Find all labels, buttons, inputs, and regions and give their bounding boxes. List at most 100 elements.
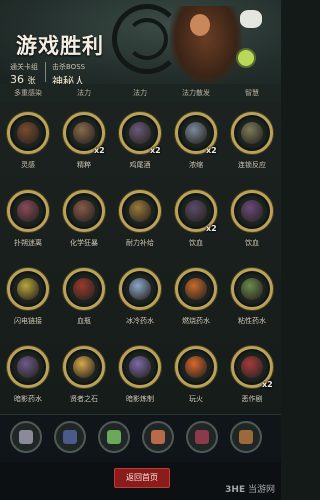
card-item[interactable]: 暗影药水 <box>0 336 56 406</box>
card-label: 法力 <box>133 89 147 97</box>
relic-slot[interactable] <box>142 421 174 453</box>
card-label: 精粹 <box>77 161 91 169</box>
relic-scroll-icon <box>19 430 33 444</box>
stat-label: 击杀BOSS <box>52 63 86 71</box>
card-label: 扑朔迷离 <box>14 239 42 247</box>
card-item[interactable]: 扑朔迷离 <box>0 180 56 250</box>
relic-flask-icon <box>107 430 121 444</box>
relic-owl-icon <box>239 430 253 444</box>
card-art <box>129 278 151 300</box>
card-label: 连锁反应 <box>238 161 266 169</box>
card-item[interactable]: 燃烧药水 <box>168 258 224 328</box>
stat-value: 神秘人 <box>52 75 85 84</box>
card-item[interactable]: 饮血 <box>224 180 280 250</box>
stat-deck-cleared: 通关卡组 36 张 <box>10 62 38 84</box>
card-grid: 灵感 x2 精粹 x2 鸡尾酒 x2 浓缩 连锁反应 扑朔迷离 化学狂暴 耐力补给 x2 饮血 饮血 闪电链… <box>0 102 281 414</box>
card-item[interactable]: x2 鸡尾酒 <box>112 102 168 172</box>
card-item[interactable]: 贤者之石 <box>56 336 112 406</box>
relic-slot[interactable] <box>98 421 130 453</box>
card-item[interactable]: x2 精粹 <box>56 102 112 172</box>
card-art <box>129 122 151 144</box>
card-label: 智慧 <box>245 89 259 97</box>
card-item[interactable]: 粘性药水 <box>224 258 280 328</box>
card-item[interactable]: 玩火 <box>168 336 224 406</box>
card-item[interactable]: 连锁反应 <box>224 102 280 172</box>
victory-title: 游戏胜利 <box>16 34 104 58</box>
card-icon <box>119 346 161 388</box>
relic-slot[interactable] <box>230 421 262 453</box>
card-label: 灵感 <box>21 161 35 169</box>
card-icon <box>7 346 49 388</box>
card-art <box>17 356 39 378</box>
card-label: 饮血 <box>245 239 259 247</box>
card-label: 多重感染 <box>14 89 42 97</box>
stat-label: 通关卡组 <box>10 63 38 71</box>
card-item[interactable]: x2 恶作剧 <box>224 336 280 406</box>
witch-face <box>190 14 210 36</box>
relic-slot[interactable] <box>54 421 86 453</box>
card-item[interactable]: 暗影炼制 <box>112 336 168 406</box>
relic-bar <box>0 414 281 462</box>
card-item[interactable]: x2 浓缩 <box>168 102 224 172</box>
return-home-button[interactable]: 返回首页 <box>114 468 170 488</box>
victory-banner: 游戏胜利 通关卡组 36 张 击杀BOSS 神秘人 <box>0 0 281 84</box>
relic-slot[interactable] <box>10 421 42 453</box>
card-icon <box>7 190 49 232</box>
card-icon <box>63 346 105 388</box>
card-art <box>73 122 95 144</box>
stat-divider <box>45 62 46 82</box>
relic-card-icon <box>195 430 209 444</box>
card-art <box>185 356 207 378</box>
card-icon <box>231 190 273 232</box>
card-label: 恶作剧 <box>241 395 263 403</box>
stat-boss-killed: 击杀BOSS 神秘人 <box>52 62 85 84</box>
stat-value: 36 张 <box>10 73 36 84</box>
card-label: 燃烧药水 <box>182 317 210 325</box>
relic-tome-icon <box>63 430 77 444</box>
site-watermark: 3HE 当游网 <box>225 485 275 495</box>
card-icon <box>7 268 49 310</box>
card-item[interactable]: 灵感 <box>0 102 56 172</box>
card-label: 法力 <box>77 89 91 97</box>
card-item[interactable]: 耐力补给 <box>112 180 168 250</box>
card-art <box>185 200 207 222</box>
card-label: 贤者之石 <box>70 395 98 403</box>
card-count-badge: x2 <box>206 224 217 233</box>
relic-slot[interactable] <box>186 421 218 453</box>
card-icon <box>231 268 273 310</box>
card-label: 耐力补给 <box>126 239 154 247</box>
card-label: 暗影炼制 <box>126 395 154 403</box>
footer: 返回首页 3HE 当游网 <box>0 462 281 500</box>
spiral-decoration-inner <box>126 18 168 60</box>
card-label: 暗影药水 <box>14 395 42 403</box>
card-art <box>73 200 95 222</box>
card-label: 鸡尾酒 <box>129 161 151 169</box>
card-art <box>129 200 151 222</box>
card-art <box>241 278 263 300</box>
card-item[interactable]: 血瓶 <box>56 258 112 328</box>
relic-mask-icon <box>151 430 165 444</box>
card-item[interactable]: 化学狂暴 <box>56 180 112 250</box>
card-art <box>241 122 263 144</box>
card-art <box>185 122 207 144</box>
skeleton-hand <box>240 10 262 28</box>
card-art <box>241 356 263 378</box>
card-label: 浓缩 <box>189 161 203 169</box>
card-row-partial: 多重感染 法力 法力 法力散发 智慧 <box>0 84 281 102</box>
card-label: 闪电链接 <box>14 317 42 325</box>
card-icon <box>63 268 105 310</box>
card-icon <box>63 190 105 232</box>
card-art <box>17 122 39 144</box>
card-count-badge: x2 <box>262 380 273 389</box>
card-label: 化学狂暴 <box>70 239 98 247</box>
card-label: 法力散发 <box>182 89 210 97</box>
card-icon <box>231 112 273 154</box>
card-item[interactable]: 冰冷药水 <box>112 258 168 328</box>
potion-flask-icon <box>236 48 256 68</box>
card-icon <box>119 268 161 310</box>
card-item[interactable]: 闪电链接 <box>0 258 56 328</box>
card-label: 粘性药水 <box>238 317 266 325</box>
card-item[interactable]: x2 饮血 <box>168 180 224 250</box>
card-label: 饮血 <box>189 239 203 247</box>
card-icon <box>175 346 217 388</box>
